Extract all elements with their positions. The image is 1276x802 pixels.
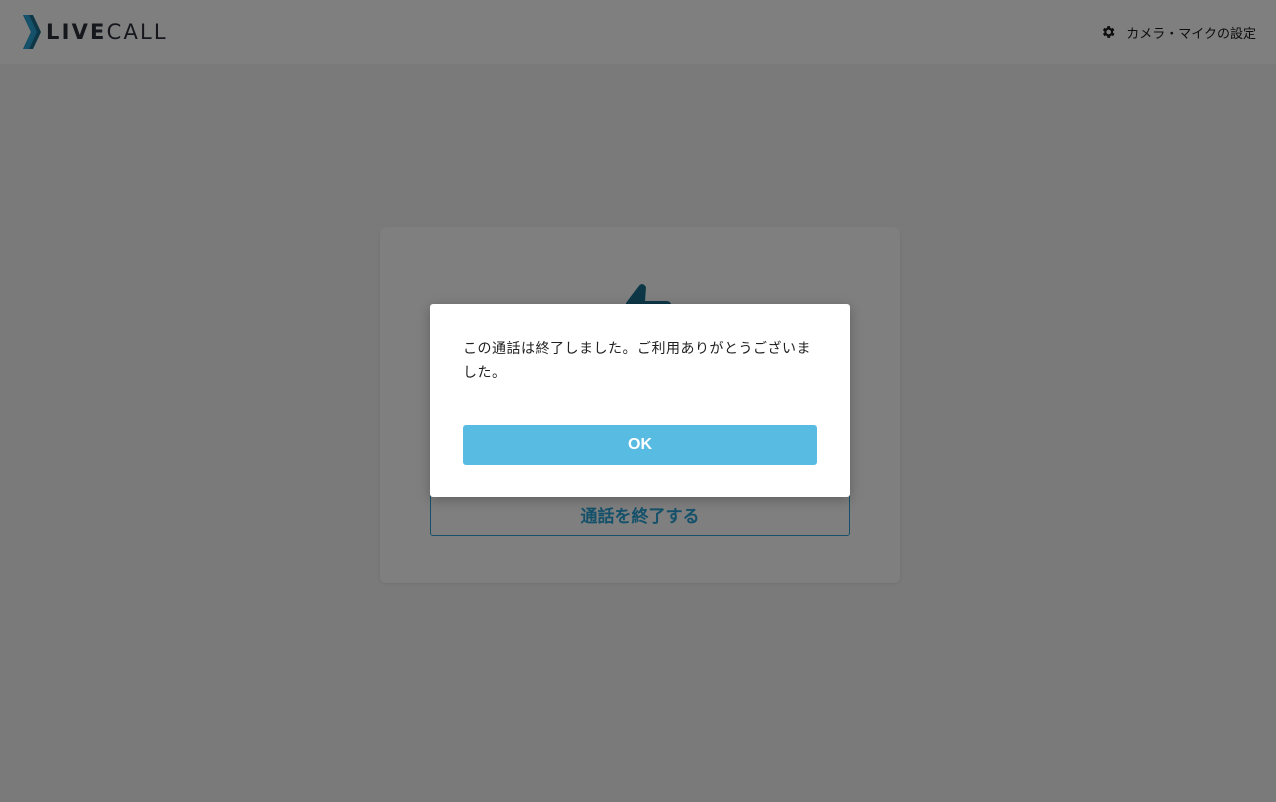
call-ended-dialog: この通話は終了しました。ご利用ありがとうございました。 OK: [430, 304, 850, 497]
ok-button[interactable]: OK: [463, 425, 817, 465]
dialog-message: この通話は終了しました。ご利用ありがとうございました。: [463, 341, 811, 381]
